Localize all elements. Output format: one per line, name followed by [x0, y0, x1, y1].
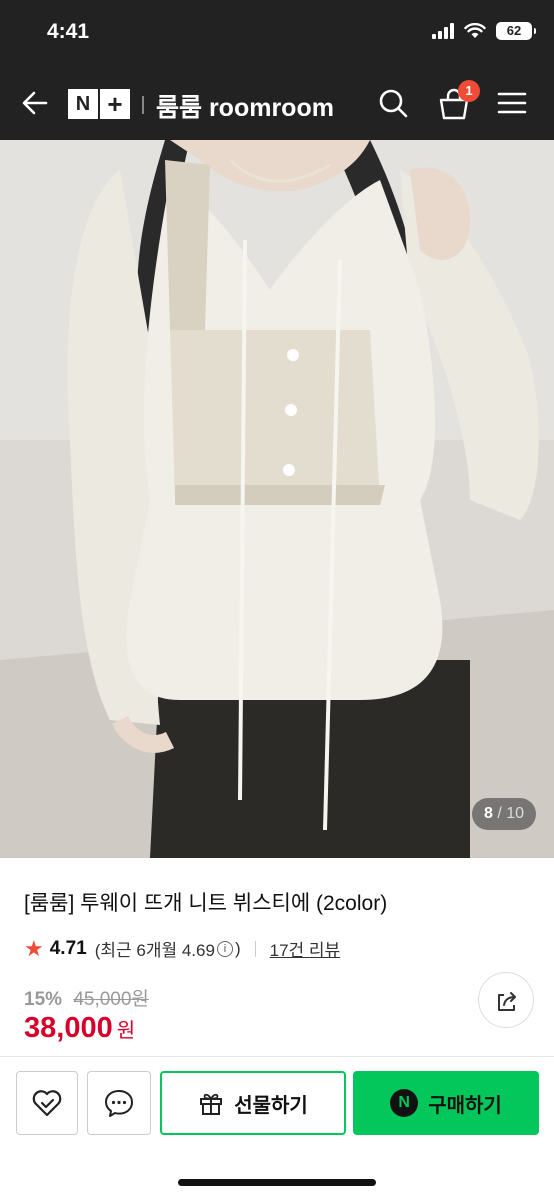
cellular-signal-icon [432, 23, 454, 39]
sale-price-row: 38,000 원 [24, 1012, 135, 1045]
wifi-icon [464, 23, 486, 38]
gift-button[interactable]: 선물하기 [160, 1071, 346, 1135]
product-info: [룸룸] 투웨이 뜨개 니트 뷔스티에 (2color) ★ 4.71 (최근 … [0, 858, 554, 1056]
status-time: 4:41 [47, 20, 90, 43]
original-price-row: 15% 45,000원 [24, 984, 149, 1011]
home-indicator [178, 1179, 376, 1186]
review-count-link[interactable]: 17건 리뷰 [270, 936, 341, 961]
purchase-bar: 선물하기 N 구매하기 [0, 1056, 554, 1200]
heart-check-icon [32, 1090, 62, 1117]
image-current: 8 [483, 805, 493, 822]
talk-button[interactable] [87, 1071, 151, 1135]
star-icon: ★ [24, 935, 44, 961]
logo-plus: + [100, 89, 130, 119]
currency-unit: 원 [116, 1020, 136, 1042]
cart-count-badge: 1 [458, 80, 480, 102]
gift-label: 선물하기 [234, 1094, 308, 1117]
sale-price: 38,000 [24, 1012, 113, 1044]
battery-icon: 62 [496, 22, 536, 40]
rating-value: 4.71 [49, 937, 87, 959]
original-price: 45,000원 [73, 989, 149, 1010]
nav-bar: N + 룸룸 roomroom 1 [0, 66, 554, 140]
hamburger-menu-icon[interactable] [496, 88, 528, 118]
share-button[interactable] [478, 972, 534, 1028]
status-bar: 4:41 62 [0, 0, 554, 66]
rating-divider [254, 940, 256, 957]
search-icon[interactable] [376, 86, 410, 120]
recent-rating-close: ) [234, 938, 241, 958]
buy-label: 구매하기 [428, 1094, 502, 1117]
image-counter: 8 / 10 [471, 798, 536, 830]
status-icons: 62 [432, 22, 536, 40]
buy-button[interactable]: N 구매하기 [353, 1071, 539, 1135]
discount-rate: 15% [24, 989, 63, 1010]
back-arrow-icon[interactable] [18, 86, 52, 120]
product-title: [룸룸] 투웨이 뜨개 니트 뷔스티에 (2color) [24, 892, 388, 915]
rating-row: ★ 4.71 (최근 6개월 4.69 i ) 17건 리뷰 [24, 936, 340, 961]
chat-bubble-icon [105, 1090, 133, 1117]
gift-icon [200, 1093, 223, 1115]
store-name[interactable]: 룸룸 roomroom [156, 88, 334, 124]
nav-divider [142, 96, 144, 114]
image-total: / 10 [497, 805, 524, 822]
share-icon [498, 992, 516, 1011]
naver-plus-logo[interactable]: N + [68, 89, 130, 119]
info-icon[interactable]: i [216, 940, 233, 957]
recent-rating-open: (최근 6개월 4.69 [94, 941, 215, 960]
logo-n: N [68, 89, 98, 119]
wishlist-button[interactable] [16, 1071, 78, 1135]
product-image-carousel[interactable]: 8 / 10 [0, 140, 554, 858]
npay-icon: N [390, 1089, 419, 1117]
product-photo [0, 140, 554, 858]
